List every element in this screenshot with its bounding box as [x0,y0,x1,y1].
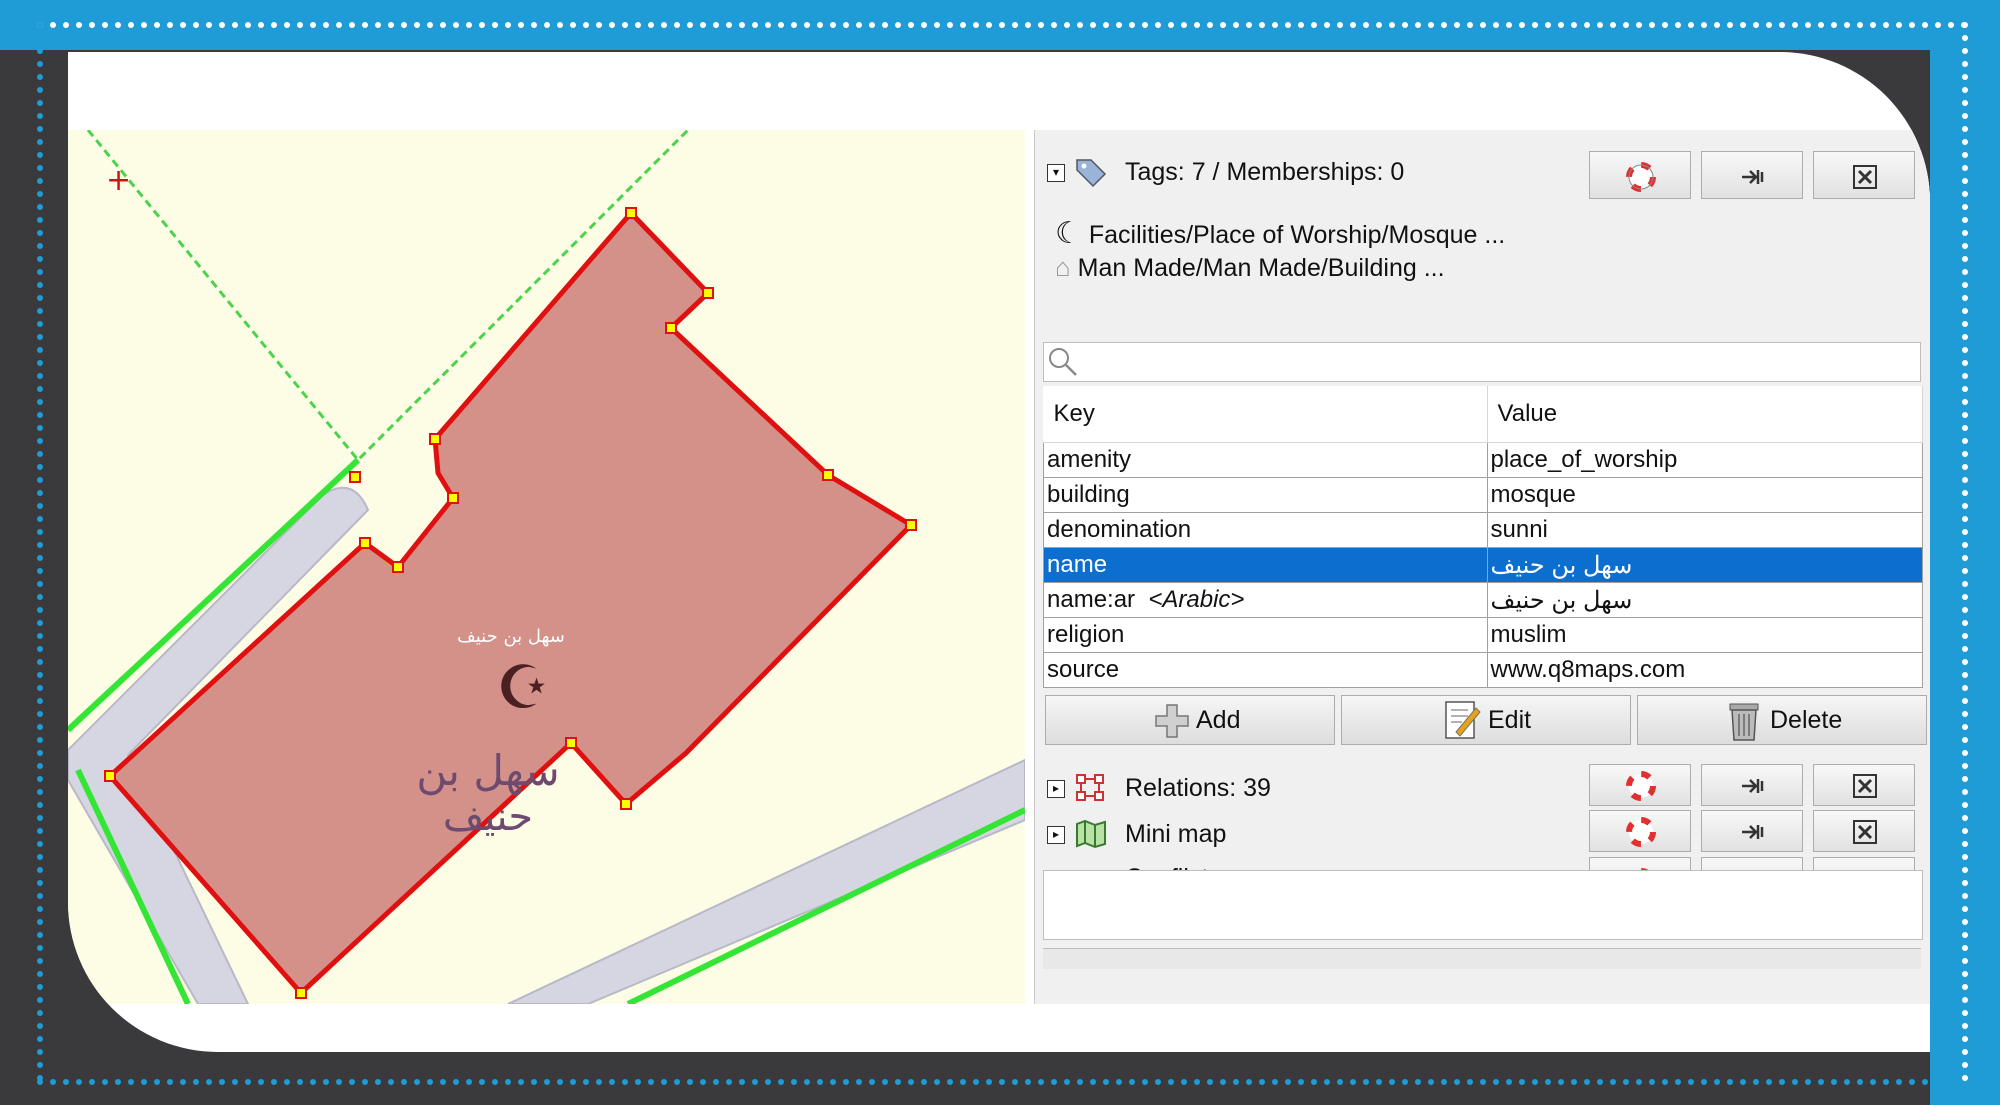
tag-value[interactable]: mosque [1486,477,1923,513]
tag-value[interactable]: سهل بن حنيف [1486,582,1923,618]
relations-panel-title: Relations: 39 [1125,774,1271,802]
delete-button-label: Delete [1770,706,1843,734]
table-row-selected[interactable]: name سهل بن حنيف [1043,547,1923,583]
table-row[interactable]: denomination sunni [1043,512,1923,548]
table-row[interactable]: source www.q8maps.com [1043,652,1923,688]
crescent-icon: ☾ [1055,217,1082,250]
dock-button[interactable] [1701,810,1803,852]
edit-button[interactable]: Edit [1341,695,1631,745]
cross-marker: + [106,163,131,198]
table-row[interactable]: religion muslim [1043,617,1923,653]
tag-key[interactable]: denomination [1043,512,1488,548]
dock-button[interactable] [1701,764,1803,806]
tag-key-cell[interactable]: name:ar <Arabic> [1043,582,1488,618]
table-row[interactable]: name:ar <Arabic> سهل بن حنيف [1043,582,1923,618]
close-icon [1853,165,1877,189]
help-icon [1626,162,1656,192]
map-icon [1076,819,1106,849]
table-row[interactable]: building mosque [1043,477,1923,513]
minimap-panel-title: Mini map [1125,820,1227,848]
close-button[interactable] [1813,764,1915,806]
help-button[interactable] [1589,151,1691,199]
edit-icon [1445,701,1481,739]
map-label-large-line1: سهل بن [416,746,559,796]
close-button[interactable] [1813,151,1915,199]
preset-building[interactable]: ⌂ Man Made/Man Made/Building ... [1055,252,1445,286]
dock-button[interactable] [1701,151,1803,199]
minimap-panel-header[interactable]: ▸ Mini map [1035,810,1930,858]
panel-bottom-strip [1043,948,1921,969]
conflict-content-area[interactable] [1043,870,1923,940]
tag-value[interactable]: www.q8maps.com [1486,652,1923,688]
close-icon [1853,774,1877,798]
tag-key[interactable]: name [1043,547,1488,583]
tag-key-hint: <Arabic> [1148,586,1245,613]
column-header-key[interactable]: Key [1043,386,1488,443]
tag-key[interactable]: amenity [1043,442,1488,478]
add-button[interactable]: Add [1045,695,1335,745]
close-button[interactable] [1813,810,1915,852]
tag-table: Key Value amenity place_of_worship build… [1043,386,1923,688]
map-canvas[interactable]: + سهل بن حنيف ☪ سهل بن حنيف [68,130,1025,1004]
add-button-label: Add [1196,706,1241,734]
preset-label: Facilities/Place of Worship/Mosque ... [1088,221,1506,249]
pin-icon [1742,779,1764,793]
tag-value-text: سهل بن حنيف [1490,586,1633,614]
highway-line [626,807,1025,1004]
map-label-large-line2: حنيف [443,794,533,840]
collapse-toggle-icon[interactable]: ▾ [1047,164,1065,182]
map-view[interactable]: + سهل بن حنيف ☪ سهل بن حنيف [68,130,1025,1004]
help-icon [1626,771,1656,801]
trash-icon [1729,703,1759,741]
building-icon: ⌂ [1055,252,1071,282]
help-icon [1626,817,1656,847]
tag-value[interactable]: sunni [1486,512,1923,548]
tag-value[interactable]: سهل بن حنيف [1486,547,1923,583]
search-icon [1049,348,1077,376]
map-label-small: سهل بن حنيف [457,626,565,647]
tags-panel-title: Tags: 7 / Memberships: 0 [1125,158,1405,186]
table-row[interactable]: amenity place_of_worship [1043,442,1923,478]
pin-icon [1742,170,1764,184]
tag-value-text: سهل بن حنيف [1490,551,1633,579]
expand-toggle-icon[interactable]: ▸ [1047,780,1065,798]
help-button[interactable] [1589,810,1691,852]
edit-button-label: Edit [1488,706,1532,734]
tag-value[interactable]: muslim [1486,617,1923,653]
tags-panel-header[interactable]: ▾ Tags: 7 / Memberships: 0 [1035,150,1930,199]
close-icon [1853,820,1877,844]
relations-icon [1076,774,1104,801]
tag-key[interactable]: source [1043,652,1488,688]
road-shape [507,758,1025,1004]
plus-icon [1155,704,1189,738]
pin-icon [1742,825,1764,839]
preset-mosque[interactable]: ☾ Facilities/Place of Worship/Mosque ... [1055,216,1505,250]
tag-value[interactable]: place_of_worship [1486,442,1923,478]
tag-key: name:ar [1047,586,1136,613]
preset-label: Man Made/Man Made/Building ... [1077,254,1445,282]
properties-panel: ▾ Tags: 7 / Memberships: 0 ☾ Facilities/… [1034,130,1930,1004]
tag-key[interactable]: building [1043,477,1488,513]
tag-search-input[interactable] [1043,342,1921,382]
column-header-value[interactable]: Value [1487,386,1923,443]
expand-toggle-icon[interactable]: ▸ [1047,826,1065,844]
content-card: + سهل بن حنيف ☪ سهل بن حنيف ▾ Tags: 7 / … [68,52,1930,1052]
delete-button[interactable]: Delete [1637,695,1927,745]
mosque-crescent-icon: ☪ [496,653,550,723]
tag-icon [1076,159,1107,188]
relations-panel-header[interactable]: ▸ Relations: 39 [1035,764,1930,812]
tag-key[interactable]: religion [1043,617,1488,653]
help-button[interactable] [1589,764,1691,806]
